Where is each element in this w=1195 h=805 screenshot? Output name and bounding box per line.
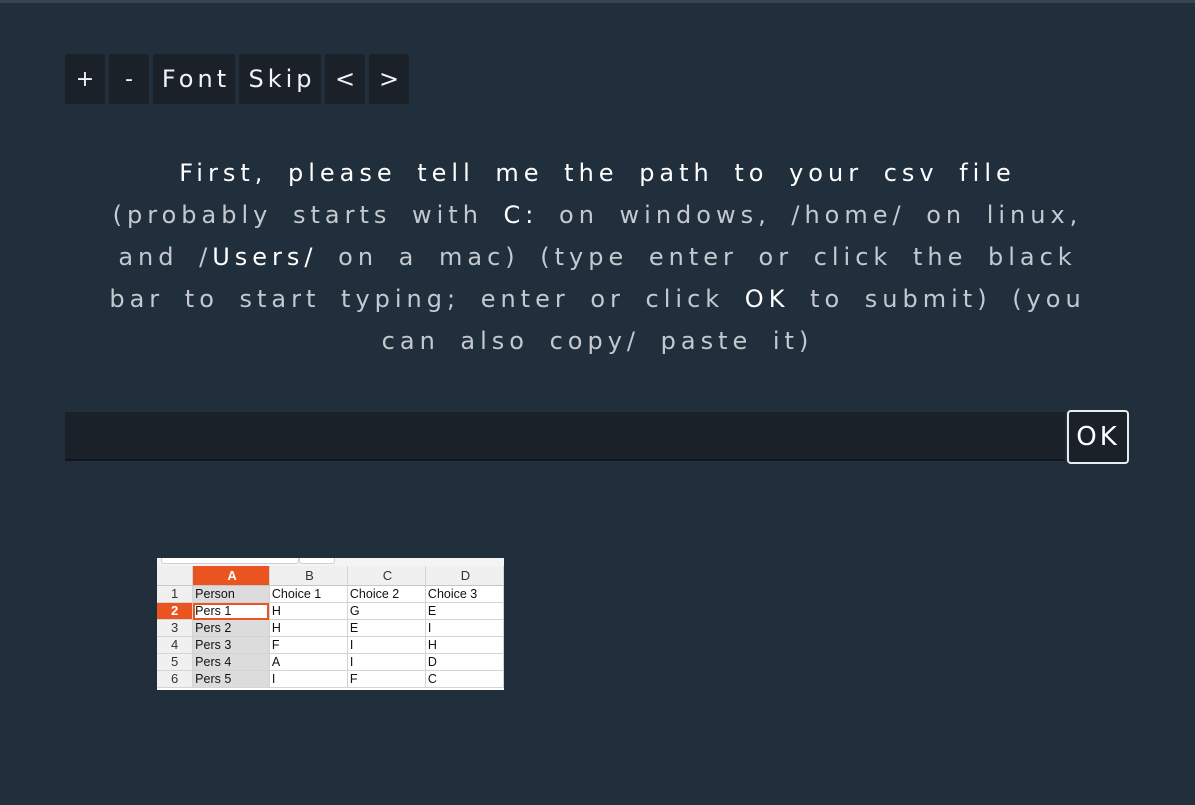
table-cell: H [425, 636, 504, 654]
instruction-users: Users/ [212, 243, 318, 271]
column-header-row: A B C D [157, 566, 504, 586]
spreadsheet-function-box [299, 558, 335, 564]
table-row: 5 Pers 4 A I D [157, 653, 504, 671]
table-cell: G [347, 602, 426, 620]
row-header: 4 [157, 636, 194, 654]
spreadsheet-toolbar-edge [157, 558, 504, 566]
table-cell: E [425, 602, 504, 620]
table-cell: H [269, 602, 348, 620]
table-cell: Pers 3 [192, 636, 270, 654]
skip-button[interactable]: Skip [239, 54, 321, 104]
row-header: 5 [157, 653, 194, 671]
previous-button[interactable]: < [325, 54, 365, 104]
next-button[interactable]: > [369, 54, 409, 104]
table-row: 6 Pers 5 I F C [157, 670, 504, 688]
row-header: 1 [157, 585, 194, 603]
table-cell: Pers 2 [192, 619, 270, 637]
table-row: 1 Person Choice 1 Choice 2 Choice 3 [157, 585, 504, 603]
table-cell: Person [192, 585, 270, 603]
instruction-ok: OK [744, 285, 790, 313]
table-cell: E [347, 619, 426, 637]
table-cell: Choice 3 [425, 585, 504, 603]
column-header-a: A [192, 566, 270, 586]
corner-cell [157, 566, 194, 586]
toolbar: + - Font Skip < > [65, 54, 413, 104]
spreadsheet-grid: A B C D 1 Person Choice 1 Choice 2 Choic… [157, 566, 504, 688]
table-cell: C [425, 670, 504, 688]
row-header: 2 [157, 602, 194, 620]
row-header: 3 [157, 619, 194, 637]
table-row: 2 Pers 1 H G E [157, 602, 504, 620]
csv-path-input[interactable] [65, 412, 1065, 461]
example-spreadsheet-image: A B C D 1 Person Choice 1 Choice 2 Choic… [157, 558, 504, 690]
table-cell: A [269, 653, 348, 671]
table-cell: I [425, 619, 504, 637]
font-button[interactable]: Font [153, 54, 235, 104]
table-row: 3 Pers 2 H E I [157, 619, 504, 637]
selected-cell: Pers 1 [192, 602, 270, 620]
instruction-text: First, please tell me the path to your c… [90, 152, 1105, 362]
column-header-b: B [269, 566, 348, 586]
column-header-d: D [425, 566, 504, 586]
ok-button[interactable]: OK [1067, 410, 1129, 464]
table-cell: D [425, 653, 504, 671]
table-cell: I [347, 636, 426, 654]
table-cell: I [269, 670, 348, 688]
table-cell: Pers 4 [192, 653, 270, 671]
table-cell: Pers 5 [192, 670, 270, 688]
spreadsheet-name-box [161, 558, 299, 564]
table-cell: I [347, 653, 426, 671]
row-header: 6 [157, 670, 194, 688]
table-cell: F [269, 636, 348, 654]
table-cell: Choice 1 [269, 585, 348, 603]
table-cell: F [347, 670, 426, 688]
instruction-lead: First, please tell me the path to your c… [179, 159, 1016, 187]
table-cell: Choice 2 [347, 585, 426, 603]
column-header-c: C [347, 566, 426, 586]
instruction-part-1: (probably starts with [112, 201, 504, 229]
table-row: 4 Pers 3 F I H [157, 636, 504, 654]
increase-font-button[interactable]: + [65, 54, 105, 104]
instruction-drive: C: [503, 201, 539, 229]
decrease-font-button[interactable]: - [109, 54, 149, 104]
window-top-edge [0, 0, 1195, 3]
table-cell: H [269, 619, 348, 637]
